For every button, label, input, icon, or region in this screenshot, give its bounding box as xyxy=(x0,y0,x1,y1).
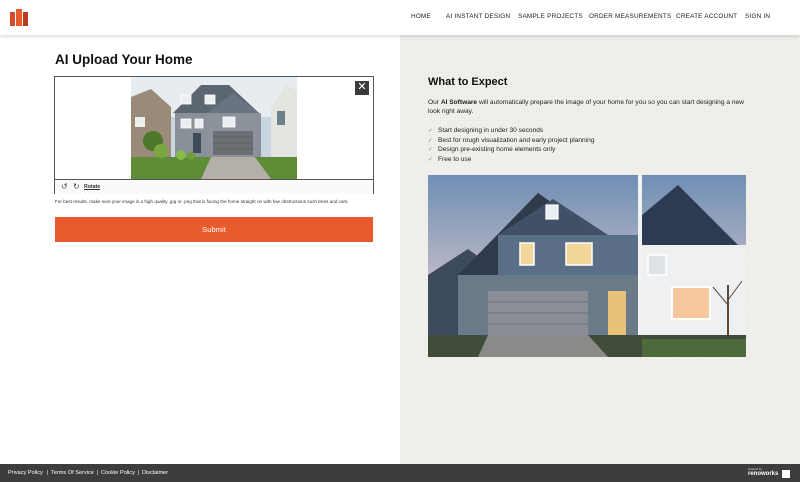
expect-description: Our AI Software will automatically prepa… xyxy=(428,99,744,115)
list-item: ✓ Design pre-existing home elements only xyxy=(428,145,595,155)
upload-title: AI Upload Your Home xyxy=(55,52,193,67)
brand-name: renoworks xyxy=(748,471,779,477)
list-item: ✓ Start designing in under 30 seconds xyxy=(428,126,595,136)
check-icon: ✓ xyxy=(428,156,433,163)
upload-area[interactable]: ✕ ↺ ↻ Rotate xyxy=(54,76,374,194)
rotate-right-icon[interactable]: ↻ xyxy=(73,182,80,191)
expect-list: ✓ Start designing in under 30 seconds ✓ Be… xyxy=(428,126,595,164)
nav-create-account[interactable]: CREATE ACCOUNT xyxy=(676,13,737,20)
nav-sample-projects[interactable]: SAMPLE PROJECTS xyxy=(518,13,583,20)
disclaimer-link[interactable]: Disclaimer xyxy=(142,470,168,476)
before-after-house-image xyxy=(428,175,746,357)
nav-sign-in[interactable]: SIGN IN xyxy=(745,13,770,20)
site-footer: Privacy Policy | Terms Of Service | Cook… xyxy=(0,464,800,482)
privacy-policy-link[interactable]: Privacy Policy xyxy=(8,470,43,476)
close-icon[interactable]: ✕ xyxy=(355,81,369,95)
powered-by-badge: Powered by renoworks xyxy=(748,468,790,479)
renoworks-logo[interactable] xyxy=(10,9,28,26)
terms-of-service-link[interactable]: Terms Of Service xyxy=(51,470,94,476)
uploaded-home-image xyxy=(131,77,297,179)
ai-software-label: AI Software xyxy=(440,99,478,106)
image-toolbar: ↺ ↻ Rotate xyxy=(55,179,373,194)
rotate-button[interactable]: Rotate xyxy=(84,184,100,190)
nav-ai-instant-design[interactable]: AI INSTANT DESIGN xyxy=(446,13,510,20)
nav-home[interactable]: HOME xyxy=(411,13,431,20)
submit-button[interactable]: Submit xyxy=(55,217,373,242)
expect-title: What to Expect xyxy=(428,76,508,88)
nav-order-measurements[interactable]: ORDER MEASUREMENTS xyxy=(589,13,671,20)
site-header: HOME AI INSTANT DESIGN SAMPLE PROJECTS O… xyxy=(0,0,800,35)
renoworks-mark-icon xyxy=(782,470,790,478)
upload-hint: For best results, make sure your image i… xyxy=(55,199,349,204)
cookie-policy-link[interactable]: Cookie Policy xyxy=(101,470,135,476)
list-item: ✓ Free to use xyxy=(428,155,595,165)
rotate-left-icon[interactable]: ↺ xyxy=(61,182,68,191)
list-item: ✓ Best for rough visualization and early … xyxy=(428,136,595,146)
